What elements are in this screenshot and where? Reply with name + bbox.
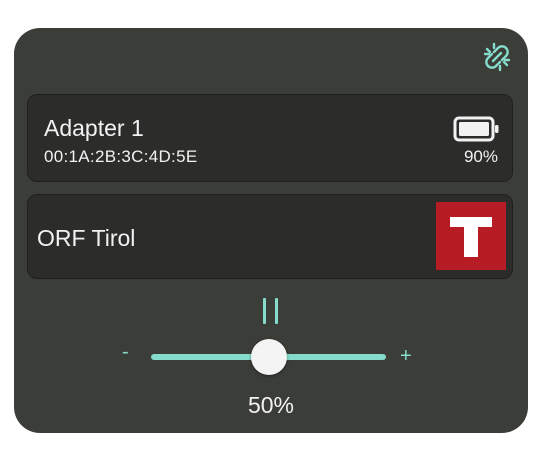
station-card[interactable]: ORF Tirol bbox=[27, 194, 513, 279]
volume-slider-thumb[interactable] bbox=[250, 339, 287, 375]
station-logo bbox=[436, 202, 506, 270]
adapter-name: Adapter 1 bbox=[44, 115, 144, 141]
pause-bar-left bbox=[263, 298, 266, 324]
battery-percentage: 90% bbox=[463, 147, 498, 166]
volume-down-button[interactable]: - bbox=[122, 342, 129, 362]
volume-up-button[interactable]: + bbox=[400, 346, 412, 366]
pause-bar-right bbox=[275, 298, 278, 324]
station-name: ORF Tirol bbox=[37, 225, 136, 251]
pause-button[interactable] bbox=[257, 296, 285, 326]
volume-slider[interactable] bbox=[151, 339, 386, 375]
link-broken-icon bbox=[483, 42, 511, 72]
adapter-card[interactable]: Adapter 1 00:1A:2B:3C:4D:5E 90% bbox=[27, 94, 513, 182]
battery-full-icon bbox=[453, 116, 499, 142]
volume-percentage: 50% bbox=[247, 392, 295, 418]
audio-adapter-widget: Adapter 1 00:1A:2B:3C:4D:5E 90% ORF Tiro… bbox=[14, 28, 528, 433]
adapter-mac-address: 00:1A:2B:3C:4D:5E bbox=[44, 147, 198, 166]
station-logo-letter-t bbox=[450, 217, 492, 257]
unlink-button[interactable] bbox=[480, 40, 514, 74]
